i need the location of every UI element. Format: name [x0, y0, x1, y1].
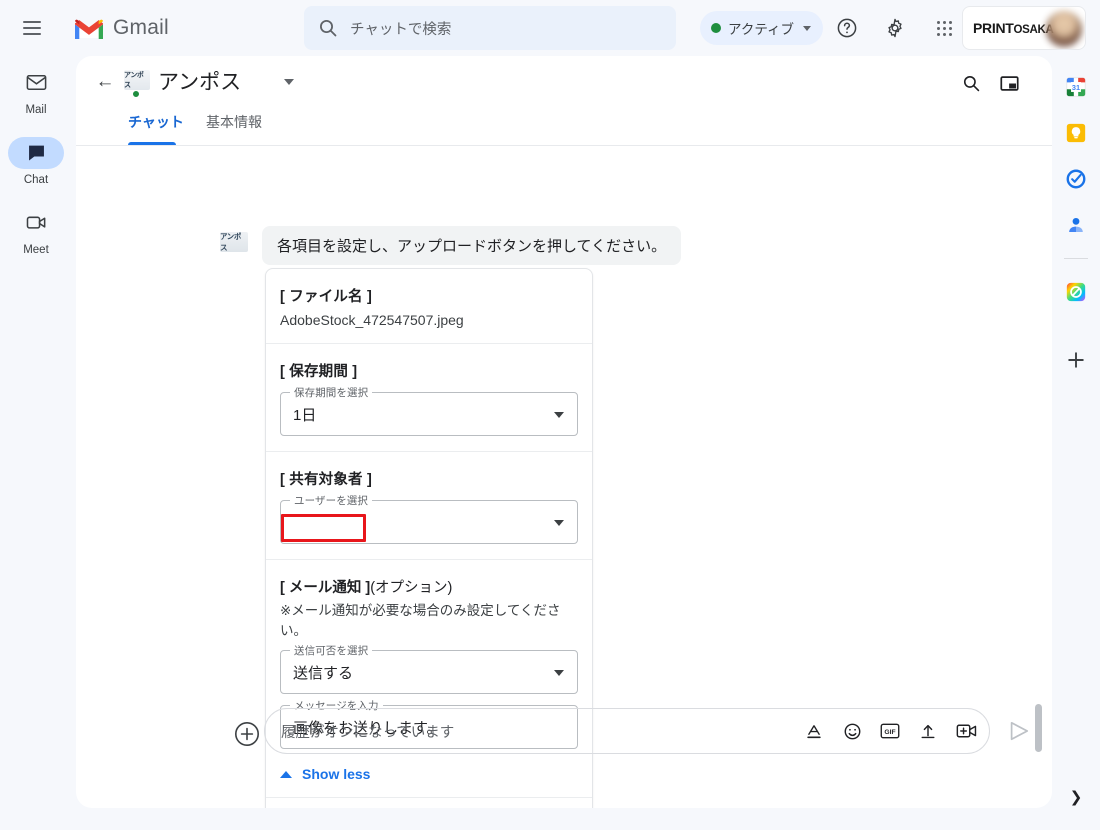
top-app-bar: Gmail チャットで検索 アクティブ PRINTOSAKA	[0, 0, 1100, 56]
gear-icon[interactable]	[879, 12, 911, 44]
message-input-box[interactable]: 履歴がオンになっています GIF	[264, 708, 990, 754]
google-tasks-icon[interactable]	[1052, 156, 1100, 202]
send-permission-select-value: 送信する	[293, 664, 354, 682]
message-sender-avatar: アンポス	[220, 232, 248, 254]
message-input-placeholder: 履歴がオンになっています	[281, 724, 455, 741]
svg-text:31: 31	[1072, 83, 1080, 92]
chevron-down-icon	[554, 412, 564, 418]
space-avatar: アンポス	[124, 70, 150, 98]
chat-message-bubble: 各項目を設定し、アップロードボタンを押してください。	[262, 226, 682, 265]
back-arrow-icon[interactable]: ←	[90, 67, 120, 97]
chevron-right-icon[interactable]: ❯	[1052, 782, 1100, 812]
chevron-down-icon	[803, 25, 812, 31]
gmail-brand-label: Gmail	[113, 16, 169, 39]
status-badge[interactable]: アクティブ	[700, 11, 824, 45]
google-contacts-icon[interactable]	[1052, 202, 1100, 248]
sidebar-item-label: Mail	[25, 103, 47, 116]
chat-message-list: アンポス 各項目を設定し、アップロードボタンを押してください。 [ ファイル名 …	[76, 146, 1052, 808]
user-select[interactable]: ユーザーを選択	[280, 493, 578, 544]
chevron-down-icon	[554, 520, 564, 526]
send-permission-select[interactable]: 送信可否を選択 送信する	[280, 643, 578, 694]
send-arrow-icon[interactable]	[1006, 718, 1032, 744]
show-less-label: Show less	[302, 766, 371, 782]
section-title: [ 共有対象者 ]	[280, 472, 373, 488]
emoji-icon[interactable]	[841, 720, 863, 742]
sidebar-item-label: Meet	[23, 243, 49, 256]
presence-dot-icon	[132, 90, 140, 98]
section-note: ※メール通知が必要な場合のみ設定してください。	[280, 603, 561, 638]
gmail-brand[interactable]: Gmail	[74, 16, 169, 40]
chevron-down-icon[interactable]	[284, 79, 294, 85]
status-dot-icon	[711, 23, 721, 33]
search-input[interactable]: チャットで検索	[304, 6, 676, 50]
google-calendar-icon[interactable]: 31	[1052, 64, 1100, 110]
section-title: [ 保存期間 ]	[280, 364, 358, 380]
apps-grid-icon[interactable]	[928, 12, 960, 44]
space-tabs: チャット 基本情報	[76, 108, 1052, 146]
status-label: アクティブ	[728, 22, 795, 37]
left-navigation-rail: Mail Chat Meet	[0, 56, 72, 830]
sidebar-item-mail[interactable]: Mail	[0, 60, 72, 122]
sidebar-item-label: Chat	[23, 173, 49, 186]
page-title: アンポス	[158, 71, 242, 94]
envelope-icon	[8, 67, 64, 99]
rail-divider	[1064, 258, 1088, 259]
search-placeholder: チャットで検索	[350, 21, 452, 38]
gmail-chat-window: Gmail チャットで検索 アクティブ PRINTOSAKA Mail Chat…	[0, 0, 1100, 830]
help-question-icon[interactable]	[831, 12, 863, 44]
section-title: [ メール通知 ](オプション)	[280, 580, 453, 596]
google-keep-icon[interactable]	[1052, 110, 1100, 156]
space-avatar-image: アンポス	[124, 70, 150, 90]
chat-bubble-icon	[8, 136, 64, 169]
account-button[interactable]: PRINTOSAKA	[962, 6, 1086, 50]
svg-text:GIF: GIF	[884, 729, 895, 736]
tab-info[interactable]: 基本情報	[206, 108, 262, 146]
search-icon[interactable]	[956, 68, 986, 98]
tab-active-underline	[128, 142, 176, 145]
card-section-actions: アップロード	[266, 798, 592, 808]
send-permission-select-label: 送信可否を選択	[290, 643, 373, 658]
print-osaka-logo: PRINTOSAKA	[973, 20, 1054, 36]
search-icon	[318, 18, 338, 38]
sidebar-item-meet[interactable]: Meet	[0, 200, 72, 262]
message-composer: 履歴がオンになっています GIF	[76, 706, 1052, 768]
video-camera-icon	[8, 207, 64, 239]
card-section-retention: [ 保存期間 ] 保存期間を選択 1日	[266, 344, 592, 452]
avatar	[1046, 11, 1082, 47]
retention-select-label: 保存期間を選択	[290, 385, 373, 400]
filename-value: AdobeStock_472547507.jpeg	[280, 312, 464, 328]
card-section-share: [ 共有対象者 ] ユーザーを選択	[266, 452, 592, 560]
user-select-label: ユーザーを選択	[290, 493, 372, 508]
tab-chat[interactable]: チャット	[128, 108, 184, 146]
user-select-value-redacted	[293, 517, 381, 528]
retention-select-value: 1日	[293, 406, 317, 424]
card-section-filename: [ ファイル名 ] AdobeStock_472547507.jpeg	[266, 269, 592, 344]
retention-select[interactable]: 保存期間を選択 1日	[280, 385, 578, 436]
gif-icon[interactable]: GIF	[879, 720, 901, 742]
adobe-creative-cloud-icon[interactable]	[1052, 269, 1100, 315]
text-format-icon[interactable]	[803, 720, 825, 742]
chevron-up-icon	[280, 770, 292, 778]
upload-file-icon[interactable]	[917, 720, 939, 742]
show-less-button[interactable]: Show less	[280, 766, 578, 782]
chevron-down-icon	[554, 670, 564, 676]
message-sender-avatar-image: アンポス	[220, 232, 248, 252]
add-circle-icon[interactable]	[230, 717, 264, 751]
gmail-m-icon	[74, 17, 104, 40]
add-video-meeting-icon[interactable]	[955, 720, 977, 742]
sidebar-item-chat[interactable]: Chat	[0, 130, 72, 192]
hamburger-menu-icon[interactable]	[8, 4, 56, 52]
section-title: [ ファイル名 ]	[280, 289, 373, 305]
composer-toolbar: GIF	[803, 720, 977, 742]
chat-space-panel: ← アンポス アンポス チャット 基本情報 アンポス 各項目を設定し、アップロー…	[76, 56, 1052, 808]
right-addon-rail: 31 ❯	[1052, 56, 1100, 830]
open-in-new-window-icon[interactable]	[994, 68, 1024, 98]
chat-scrollbar[interactable]	[1034, 146, 1044, 752]
add-addon-icon[interactable]	[1052, 337, 1100, 383]
space-header: ← アンポス アンポス	[76, 56, 1052, 108]
